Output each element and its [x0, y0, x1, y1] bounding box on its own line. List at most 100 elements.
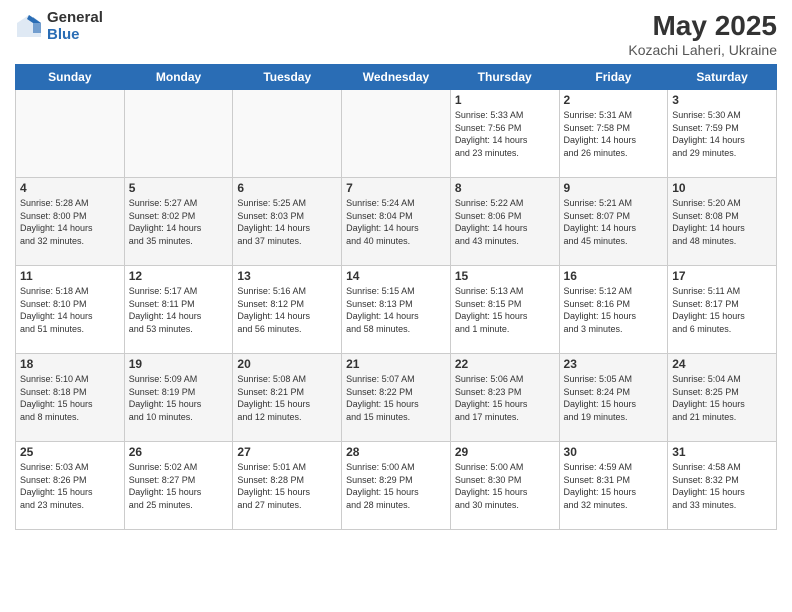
calendar-table: SundayMondayTuesdayWednesdayThursdayFrid… — [15, 64, 777, 530]
header-row: SundayMondayTuesdayWednesdayThursdayFrid… — [16, 65, 777, 90]
cell-content: Sunrise: 5:08 AM Sunset: 8:21 PM Dayligh… — [237, 373, 337, 423]
day-header-thursday: Thursday — [450, 65, 559, 90]
empty-cell — [16, 90, 125, 178]
header: General Blue May 2025 Kozachi Laheri, Uk… — [15, 10, 777, 58]
cell-content: Sunrise: 5:12 AM Sunset: 8:16 PM Dayligh… — [564, 285, 664, 335]
day-cell-29: 29 Sunrise: 5:00 AM Sunset: 8:30 PM Dayli… — [450, 442, 559, 530]
cell-content: Sunrise: 5:05 AM Sunset: 8:24 PM Dayligh… — [564, 373, 664, 423]
cell-content: Sunrise: 5:25 AM Sunset: 8:03 PM Dayligh… — [237, 197, 337, 247]
date-number: 27 — [237, 445, 337, 459]
date-number: 29 — [455, 445, 555, 459]
cell-content: Sunrise: 4:58 AM Sunset: 8:32 PM Dayligh… — [672, 461, 772, 511]
cell-content: Sunrise: 5:06 AM Sunset: 8:23 PM Dayligh… — [455, 373, 555, 423]
date-number: 11 — [20, 269, 120, 283]
subtitle: Kozachi Laheri, Ukraine — [628, 42, 777, 58]
day-header-tuesday: Tuesday — [233, 65, 342, 90]
day-cell-26: 26Sunrise: 5:02 AM Sunset: 8:27 PM Dayli… — [124, 442, 233, 530]
logo-general: General — [47, 10, 103, 27]
date-number: 13 — [237, 269, 337, 283]
date-number: 31 — [672, 445, 772, 459]
date-number: 9 — [564, 181, 664, 195]
date-number: 8 — [455, 181, 555, 195]
cell-content: Sunrise: 5:31 AM Sunset: 7:58 PM Dayligh… — [564, 109, 664, 159]
cell-content: Sunrise: 5:13 AM Sunset: 8:15 PM Dayligh… — [455, 285, 555, 335]
week-row-4: 18 Sunrise: 5:10 AM Sunset: 8:18 PM Dayli… — [16, 354, 777, 442]
cell-content: Sunrise: 5:09 AM Sunset: 8:19 PM Dayligh… — [129, 373, 229, 423]
cell-content: Sunrise: 5:16 AM Sunset: 8:12 PM Dayligh… — [237, 285, 337, 335]
date-number: 28 — [346, 445, 446, 459]
date-number: 19 — [129, 357, 229, 371]
day-cell-24: 24 Sunrise: 5:04 AM Sunset: 8:25 PM Dayli… — [668, 354, 777, 442]
cell-content: Sunrise: 5:24 AM Sunset: 8:04 PM Dayligh… — [346, 197, 446, 247]
cell-content: Sunrise: 5:28 AM Sunset: 8:00 PM Dayligh… — [20, 197, 120, 247]
week-row-3: 11 Sunrise: 5:18 AM Sunset: 8:10 PM Dayli… — [16, 266, 777, 354]
date-number: 12 — [129, 269, 229, 283]
week-row-5: 25Sunrise: 5:03 AM Sunset: 8:26 PM Dayli… — [16, 442, 777, 530]
logo-icon — [15, 13, 43, 41]
date-number: 22 — [455, 357, 555, 371]
date-number: 18 — [20, 357, 120, 371]
day-cell-9: 9 Sunrise: 5:21 AM Sunset: 8:07 PM Daylig… — [559, 178, 668, 266]
date-number: 17 — [672, 269, 772, 283]
day-cell-27: 27Sunrise: 5:01 AM Sunset: 8:28 PM Dayli… — [233, 442, 342, 530]
date-number: 24 — [672, 357, 772, 371]
day-header-wednesday: Wednesday — [342, 65, 451, 90]
cell-content: Sunrise: 5:27 AM Sunset: 8:02 PM Dayligh… — [129, 197, 229, 247]
day-cell-21: 21 Sunrise: 5:07 AM Sunset: 8:22 PM Dayli… — [342, 354, 451, 442]
cell-content: Sunrise: 5:04 AM Sunset: 8:25 PM Dayligh… — [672, 373, 772, 423]
day-cell-20: 20 Sunrise: 5:08 AM Sunset: 8:21 PM Dayli… — [233, 354, 342, 442]
date-number: 4 — [20, 181, 120, 195]
day-header-sunday: Sunday — [16, 65, 125, 90]
day-cell-12: 12 Sunrise: 5:17 AM Sunset: 8:11 PM Dayli… — [124, 266, 233, 354]
day-cell-8: 8Sunrise: 5:22 AM Sunset: 8:06 PM Daylig… — [450, 178, 559, 266]
cell-content: Sunrise: 5:10 AM Sunset: 8:18 PM Dayligh… — [20, 373, 120, 423]
cell-content: Sunrise: 5:15 AM Sunset: 8:13 PM Dayligh… — [346, 285, 446, 335]
cell-content: Sunrise: 5:11 AM Sunset: 8:17 PM Dayligh… — [672, 285, 772, 335]
cell-content: Sunrise: 5:20 AM Sunset: 8:08 PM Dayligh… — [672, 197, 772, 247]
day-cell-23: 23 Sunrise: 5:05 AM Sunset: 8:24 PM Dayli… — [559, 354, 668, 442]
day-cell-13: 13 Sunrise: 5:16 AM Sunset: 8:12 PM Dayli… — [233, 266, 342, 354]
date-number: 21 — [346, 357, 446, 371]
date-number: 30 — [564, 445, 664, 459]
main-title: May 2025 — [628, 10, 777, 42]
cell-content: Sunrise: 5:18 AM Sunset: 8:10 PM Dayligh… — [20, 285, 120, 335]
day-cell-31: 31 Sunrise: 4:58 AM Sunset: 8:32 PM Dayli… — [668, 442, 777, 530]
date-number: 16 — [564, 269, 664, 283]
day-cell-5: 5 Sunrise: 5:27 AM Sunset: 8:02 PM Daylig… — [124, 178, 233, 266]
week-row-2: 4 Sunrise: 5:28 AM Sunset: 8:00 PM Daylig… — [16, 178, 777, 266]
cell-content: Sunrise: 5:03 AM Sunset: 8:26 PM Dayligh… — [20, 461, 120, 511]
cell-content: Sunrise: 5:00 AM Sunset: 8:29 PM Dayligh… — [346, 461, 446, 511]
empty-cell — [124, 90, 233, 178]
day-cell-30: 30Sunrise: 4:59 AM Sunset: 8:31 PM Dayli… — [559, 442, 668, 530]
day-cell-11: 11 Sunrise: 5:18 AM Sunset: 8:10 PM Dayli… — [16, 266, 125, 354]
date-number: 15 — [455, 269, 555, 283]
cell-content: Sunrise: 5:21 AM Sunset: 8:07 PM Dayligh… — [564, 197, 664, 247]
empty-cell — [342, 90, 451, 178]
page: General Blue May 2025 Kozachi Laheri, Uk… — [0, 0, 792, 612]
day-header-friday: Friday — [559, 65, 668, 90]
day-cell-17: 17 Sunrise: 5:11 AM Sunset: 8:17 PM Dayli… — [668, 266, 777, 354]
date-number: 3 — [672, 93, 772, 107]
cell-content: Sunrise: 5:07 AM Sunset: 8:22 PM Dayligh… — [346, 373, 446, 423]
logo: General Blue — [15, 10, 103, 43]
day-header-monday: Monday — [124, 65, 233, 90]
cell-content: Sunrise: 5:17 AM Sunset: 8:11 PM Dayligh… — [129, 285, 229, 335]
date-number: 20 — [237, 357, 337, 371]
date-number: 10 — [672, 181, 772, 195]
logo-text: General Blue — [47, 10, 103, 43]
cell-content: Sunrise: 5:30 AM Sunset: 7:59 PM Dayligh… — [672, 109, 772, 159]
day-cell-4: 4 Sunrise: 5:28 AM Sunset: 8:00 PM Daylig… — [16, 178, 125, 266]
cell-content: Sunrise: 5:00 AM Sunset: 8:30 PM Dayligh… — [455, 461, 555, 511]
date-number: 7 — [346, 181, 446, 195]
day-cell-16: 16 Sunrise: 5:12 AM Sunset: 8:16 PM Dayli… — [559, 266, 668, 354]
date-number: 6 — [237, 181, 337, 195]
day-cell-22: 22 Sunrise: 5:06 AM Sunset: 8:23 PM Dayli… — [450, 354, 559, 442]
date-number: 1 — [455, 93, 555, 107]
day-cell-6: 6 Sunrise: 5:25 AM Sunset: 8:03 PM Daylig… — [233, 178, 342, 266]
day-cell-25: 25Sunrise: 5:03 AM Sunset: 8:26 PM Dayli… — [16, 442, 125, 530]
date-number: 2 — [564, 93, 664, 107]
date-number: 23 — [564, 357, 664, 371]
day-cell-19: 19 Sunrise: 5:09 AM Sunset: 8:19 PM Dayli… — [124, 354, 233, 442]
date-number: 5 — [129, 181, 229, 195]
day-cell-3: 3 Sunrise: 5:30 AM Sunset: 7:59 PM Daylig… — [668, 90, 777, 178]
